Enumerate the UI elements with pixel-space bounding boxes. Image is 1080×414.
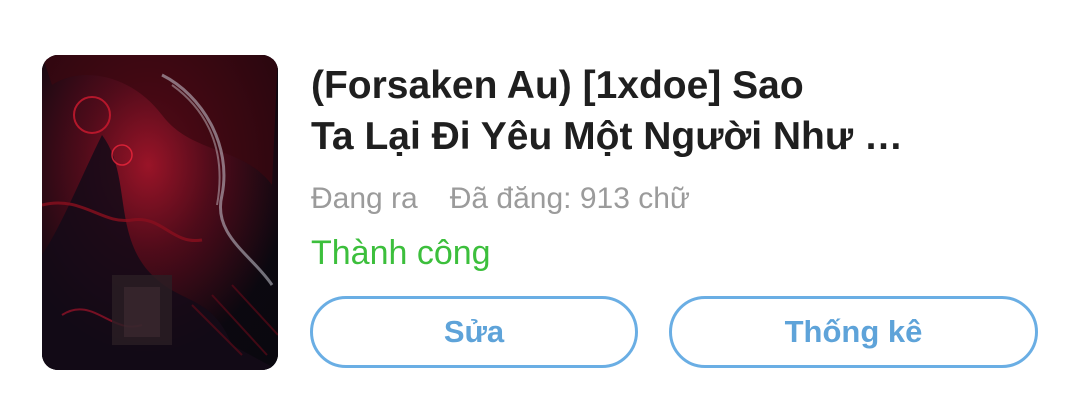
story-cover-image[interactable] — [42, 55, 278, 370]
story-title[interactable]: (Forsaken Au) [1xdoe] Sao Ta Lại Đi Yêu … — [311, 60, 911, 162]
story-status-label: Đang ra — [311, 182, 418, 215]
edit-button[interactable]: Sửa — [310, 296, 638, 368]
cover-artwork — [42, 55, 278, 370]
story-title-line-2: Ta Lại Đi Yêu Một Người Như … — [311, 115, 903, 158]
story-word-count: Đã đăng: 913 chữ — [449, 182, 690, 215]
story-info: (Forsaken Au) [1xdoe] Sao Ta Lại Đi Yêu … — [311, 60, 1051, 273]
statistics-button[interactable]: Thống kê — [669, 296, 1038, 368]
story-card: (Forsaken Au) [1xdoe] Sao Ta Lại Đi Yêu … — [0, 0, 1080, 414]
publish-result-text: Thành công — [311, 234, 491, 272]
story-meta: Đang ra Đã đăng: 913 chữ — [311, 181, 1051, 217]
story-title-line-1: (Forsaken Au) [1xdoe] Sao — [311, 64, 804, 107]
